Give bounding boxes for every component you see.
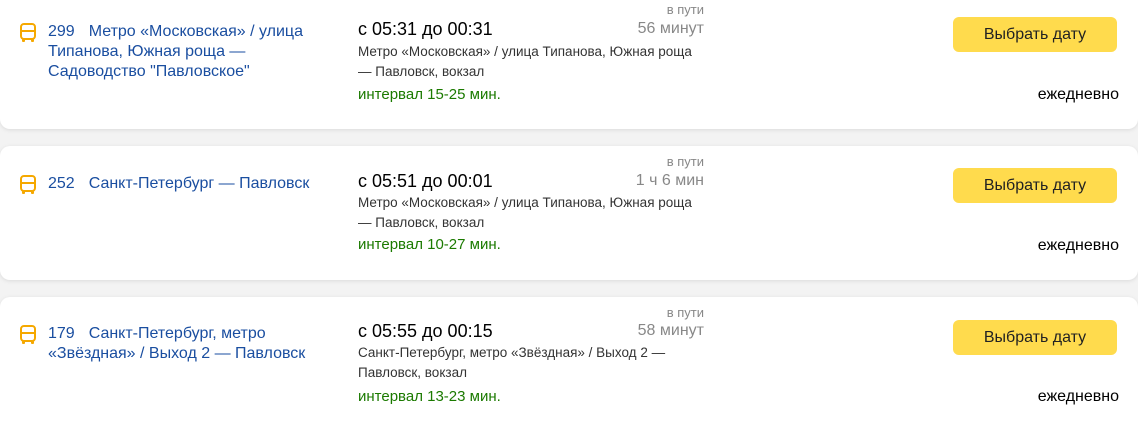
duration-label: в пути bbox=[666, 154, 704, 169]
trip-duration: 58 минут bbox=[637, 322, 704, 339]
route-card: 299 Метро «Московская» / улица Типанова, … bbox=[0, 0, 1138, 129]
interval-text: интервал 13-23 мин. bbox=[358, 388, 501, 405]
route-name: Санкт-Петербург — Павловск bbox=[88, 175, 310, 192]
schedule-days: ежедневно bbox=[1037, 237, 1119, 254]
route-card: 252 Санкт-Петербург — Павловск с 05:51 до… bbox=[0, 146, 1138, 280]
route-link[interactable]: 299 Метро «Московская» / улица Типанова, … bbox=[48, 22, 338, 82]
bus-icon bbox=[20, 325, 36, 345]
trip-duration: 1 ч 6 мин bbox=[635, 172, 704, 189]
interval-text: интервал 15-25 мин. bbox=[358, 86, 501, 103]
departure-times: с 05:51 до 00:01 bbox=[358, 171, 493, 191]
bus-icon bbox=[20, 175, 36, 195]
stop-name: Метро «Московская» / улица Типанова, Южн… bbox=[358, 195, 692, 230]
route-name: Санкт-Петербург, метро «Звёздная» / Выхо… bbox=[48, 325, 306, 362]
select-date-button[interactable]: Выбрать дату bbox=[953, 17, 1117, 52]
departure-times: с 05:55 до 00:15 bbox=[358, 321, 493, 341]
duration-label: в пути bbox=[666, 2, 704, 17]
route-number: 179 bbox=[48, 325, 75, 342]
schedule-days: ежедневно bbox=[1037, 86, 1119, 103]
route-card: 179 Санкт-Петербург, метро «Звёздная» / В… bbox=[0, 297, 1138, 421]
trip-duration: 56 минут bbox=[637, 20, 704, 37]
departure-times: с 05:31 до 00:31 bbox=[358, 19, 493, 39]
route-link[interactable]: 252 Санкт-Петербург — Павловск bbox=[48, 174, 338, 194]
route-link[interactable]: 179 Санкт-Петербург, метро «Звёздная» / В… bbox=[48, 324, 338, 364]
stop-name: Метро «Московская» / улица Типанова, Южн… bbox=[358, 44, 692, 79]
duration-label: в пути bbox=[666, 305, 704, 320]
interval-text: интервал 10-27 мин. bbox=[358, 236, 501, 253]
route-number: 299 bbox=[48, 23, 75, 40]
route-number: 252 bbox=[48, 175, 75, 192]
route-name: Метро «Московская» / улица Типанова, Южн… bbox=[48, 23, 303, 80]
select-date-button[interactable]: Выбрать дату bbox=[953, 320, 1117, 355]
stop-name: Санкт-Петербург, метро «Звёздная» / Выхо… bbox=[358, 345, 666, 380]
select-date-button[interactable]: Выбрать дату bbox=[953, 168, 1117, 203]
bus-icon bbox=[20, 23, 36, 43]
schedule-days: ежедневно bbox=[1037, 388, 1119, 405]
